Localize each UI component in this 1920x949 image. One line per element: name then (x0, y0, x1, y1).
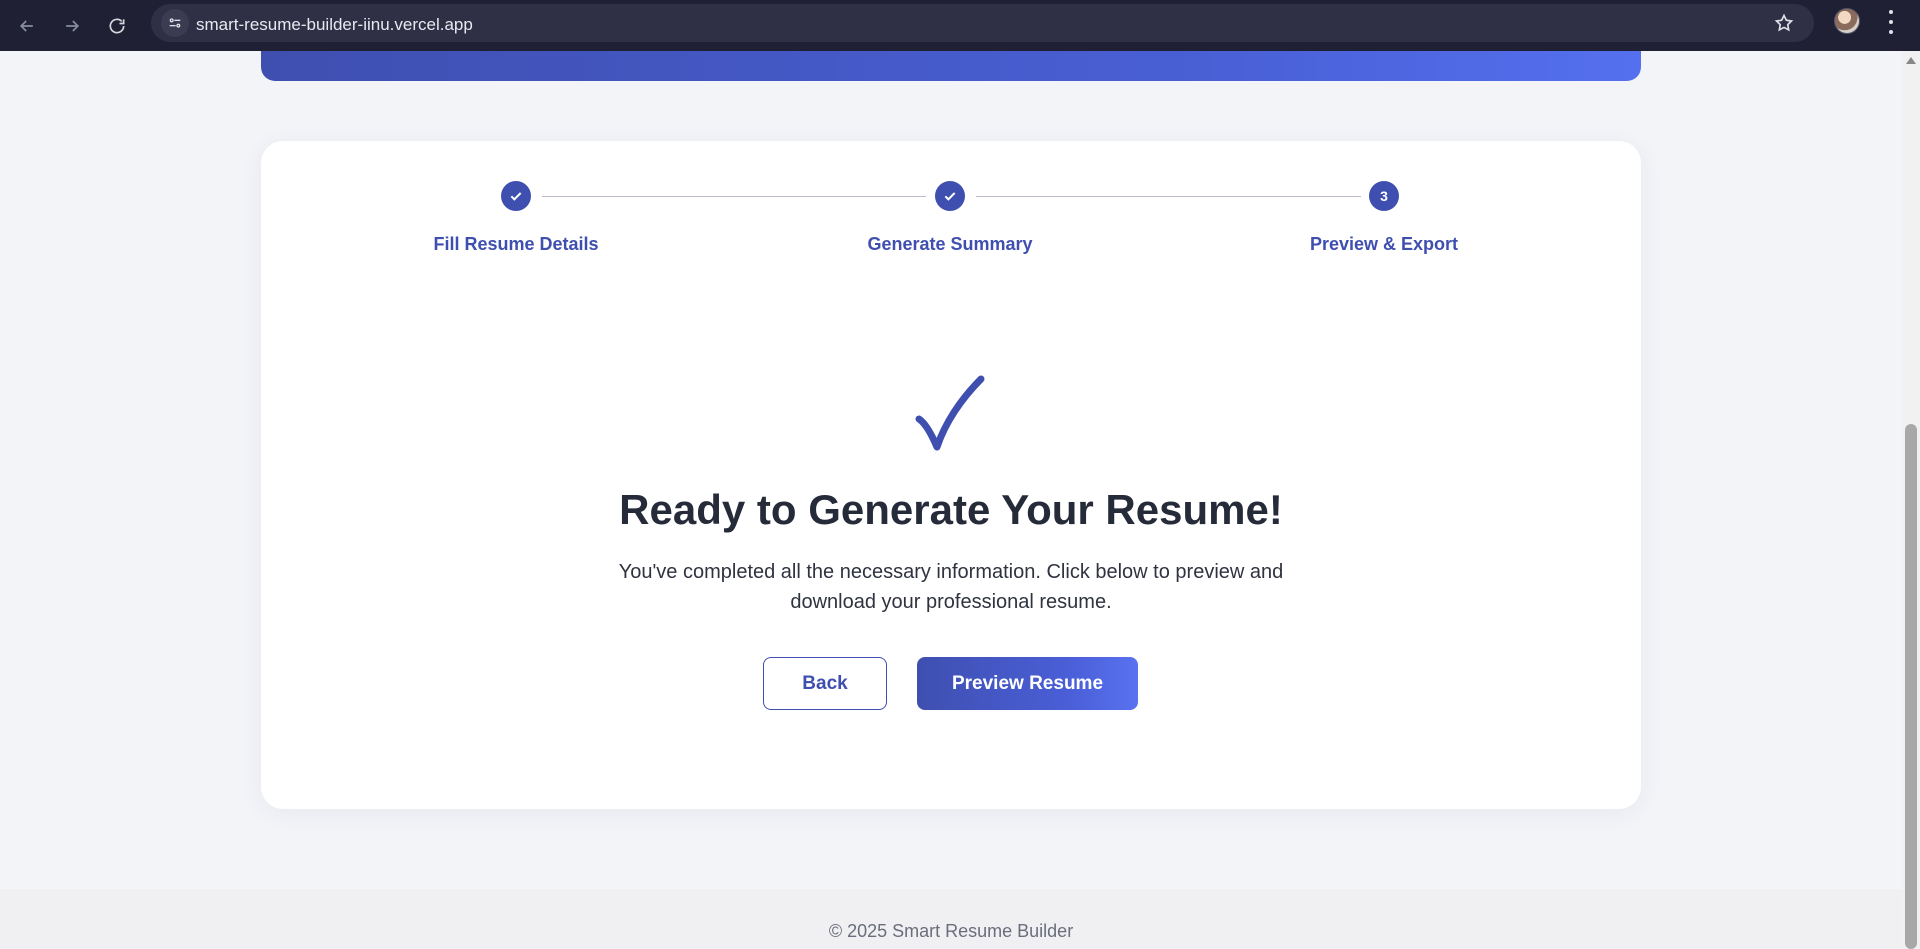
profile-avatar[interactable] (1834, 8, 1860, 34)
header-banner (261, 51, 1641, 81)
step-label-preview-export: Preview & Export (1309, 234, 1459, 254)
step-connector (542, 196, 926, 197)
progress-stepper: 3 Fill Resume Details Generate Summary P… (261, 141, 1641, 281)
page-description: You've completed all the necessary infor… (618, 561, 1284, 613)
back-button[interactable]: Back (763, 657, 887, 710)
preview-resume-button[interactable]: Preview Resume (917, 657, 1138, 710)
step-label-generate-summary: Generate Summary (867, 234, 1033, 254)
forward-arrow-icon[interactable] (57, 11, 87, 41)
step-3-number: 3 (1369, 181, 1399, 211)
site-info-icon[interactable] (161, 9, 189, 37)
page-content: 3 Fill Resume Details Generate Summary P… (0, 51, 1902, 949)
step-1-check-icon (501, 181, 531, 211)
footer: © 2025 Smart Resume Builder (0, 889, 1902, 949)
wizard-card: 3 Fill Resume Details Generate Summary P… (261, 141, 1641, 809)
check-mark-icon (911, 371, 991, 461)
browser-menu-icon[interactable] (1885, 10, 1897, 34)
step-2-check-icon (935, 181, 965, 211)
address-bar[interactable]: smart-resume-builder-iinu.vercel.app (151, 4, 1814, 42)
browser-toolbar: smart-resume-builder-iinu.vercel.app (0, 0, 1920, 51)
scrollbar-thumb[interactable] (1905, 424, 1917, 949)
step-label-fill-details: Fill Resume Details (433, 234, 599, 254)
reload-icon[interactable] (102, 11, 132, 41)
page-title: Ready to Generate Your Resume! (619, 486, 1283, 533)
scroll-up-arrow-icon[interactable] (1906, 57, 1916, 64)
bookmark-star-icon[interactable] (1774, 13, 1794, 33)
back-arrow-icon[interactable] (12, 11, 42, 41)
step-connector (976, 196, 1361, 197)
page-scrollbar[interactable] (1902, 51, 1920, 949)
url-text[interactable]: smart-resume-builder-iinu.vercel.app (196, 15, 473, 35)
footer-copyright: © 2025 Smart Resume Builder (828, 921, 1074, 941)
